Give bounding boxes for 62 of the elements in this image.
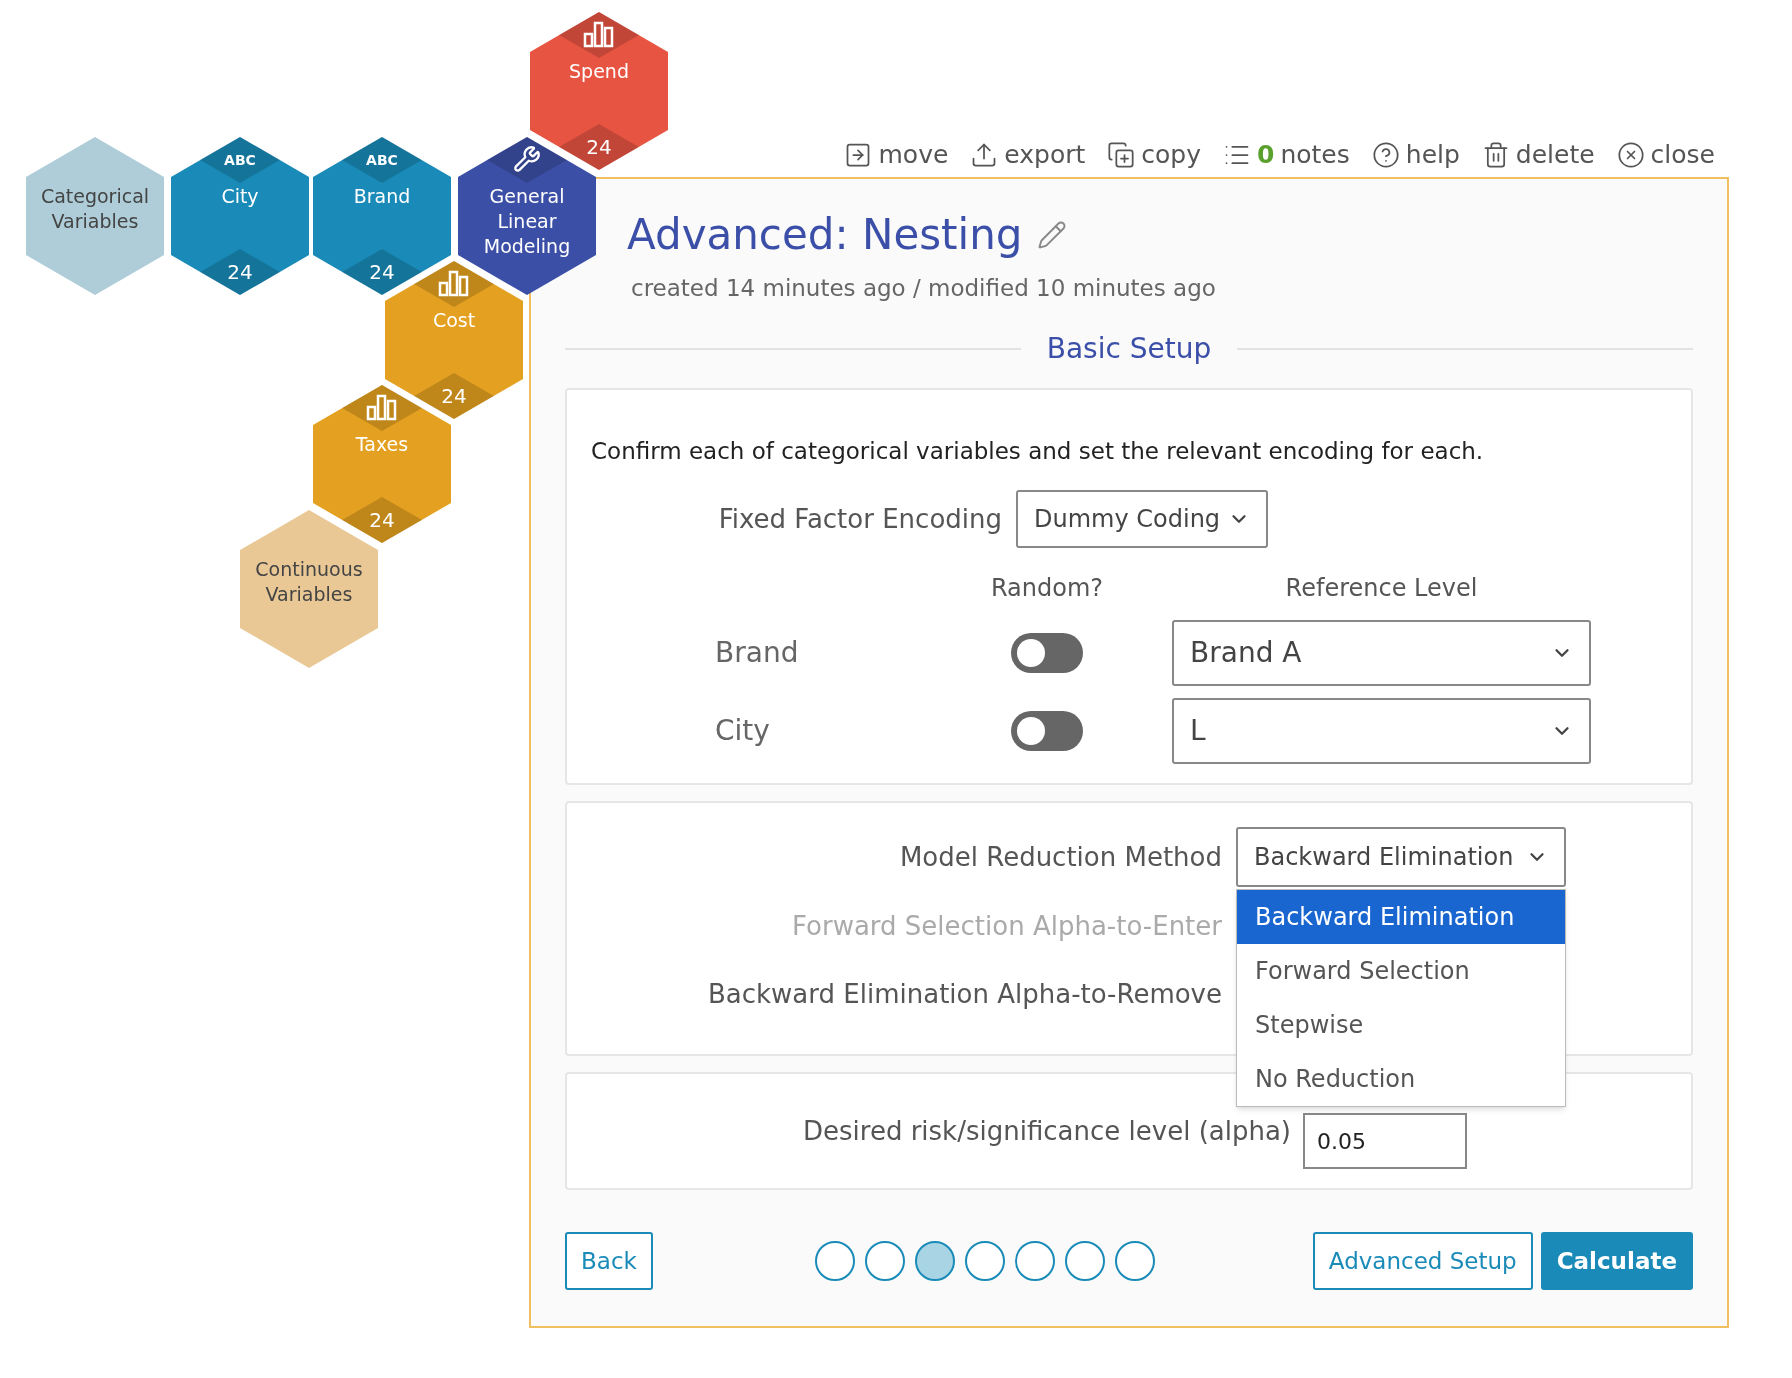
encoding-select[interactable]: Dummy Coding xyxy=(1016,490,1268,548)
toggle-switch[interactable] xyxy=(1011,633,1083,673)
instruction-text: Confirm each of categorical variables and set the relevant encoding for each. xyxy=(591,437,1485,466)
close-icon xyxy=(1616,141,1645,169)
count-label: 24 xyxy=(441,383,467,409)
back-button[interactable]: Back xyxy=(565,1232,653,1290)
node-label: Taxes xyxy=(354,432,410,457)
variable-label: City xyxy=(715,713,771,749)
toolbar-button[interactable]: export xyxy=(970,136,1086,174)
copy-icon xyxy=(1107,141,1136,169)
alpha-input[interactable]: 0.05 xyxy=(1303,1113,1467,1169)
node-label: General Linear Modeling xyxy=(482,184,572,259)
bar-chart-icon xyxy=(365,393,399,421)
toggle-switch[interactable] xyxy=(1011,711,1083,751)
toolbar-button[interactable]: move xyxy=(844,136,949,174)
count-label: 24 xyxy=(586,134,612,160)
dropdown-option[interactable]: Forward Selection xyxy=(1237,944,1565,998)
field-label: Backward Elimination Alpha-to-Remove xyxy=(708,977,1222,1011)
pencil-icon[interactable] xyxy=(1036,220,1067,250)
reference-select[interactable]: L xyxy=(1172,698,1591,764)
field-label: Fixed Factor Encoding xyxy=(718,502,1002,536)
hexagon-tile[interactable] xyxy=(26,137,164,295)
notes-count: 0 xyxy=(1257,139,1275,172)
node-label: Brand xyxy=(352,184,412,209)
help-icon xyxy=(1371,141,1400,169)
toolbar-button[interactable]: 0 notes xyxy=(1223,136,1350,174)
page-title: Advanced: Nesting xyxy=(627,209,1023,261)
count-label: 24 xyxy=(369,259,395,285)
toolbar-button[interactable]: help xyxy=(1371,136,1460,174)
bar-chart-icon xyxy=(437,269,471,297)
hexagon-tile[interactable] xyxy=(171,137,309,295)
column-header: Random? xyxy=(990,573,1104,604)
setup-button[interactable]: Advanced Setup xyxy=(1312,1232,1533,1290)
dropdown-option[interactable]: No Reduction xyxy=(1237,1052,1565,1106)
node-label: City xyxy=(220,184,260,209)
reduction-select[interactable]: Backward Elimination xyxy=(1236,827,1566,887)
hexagon-tile[interactable] xyxy=(530,12,668,170)
count-label: 24 xyxy=(227,259,253,285)
toolbar-button[interactable]: close xyxy=(1616,136,1715,174)
dropdown-option[interactable]: Backward Elimination xyxy=(1237,890,1565,944)
field-label: Model Reduction Method xyxy=(899,840,1222,874)
type-label: ABC xyxy=(224,151,256,170)
wrench-icon xyxy=(513,145,541,173)
type-label: ABC xyxy=(366,151,398,170)
dropdown-option[interactable]: Stepwise xyxy=(1237,998,1565,1052)
variable-label: Brand xyxy=(715,635,800,671)
column-header: Reference Level xyxy=(1285,573,1478,604)
toolbar-button[interactable]: copy xyxy=(1107,136,1201,174)
bar-chart-icon xyxy=(582,20,616,48)
toolbar-button[interactable]: delete xyxy=(1481,136,1595,174)
section-heading: Basic Setup xyxy=(1046,331,1212,367)
count-label: 24 xyxy=(369,507,395,533)
reference-select[interactable]: Brand A xyxy=(1172,620,1591,686)
node-label: Cost xyxy=(431,308,477,333)
timestamp-text: created 14 minutes ago / modified 10 minutes ago xyxy=(631,274,1217,303)
node-label: Spend xyxy=(568,59,630,84)
hexagon-tile[interactable] xyxy=(313,137,451,295)
node-label: Categorical Variables xyxy=(39,184,151,234)
field-label: Forward Selection Alpha-to-Enter xyxy=(792,909,1222,943)
calculate-button[interactable]: Calculate xyxy=(1540,1232,1693,1290)
field-label: Desired risk/significance level (alpha) xyxy=(803,1114,1291,1148)
node-label: Continuous Variables xyxy=(254,557,364,607)
